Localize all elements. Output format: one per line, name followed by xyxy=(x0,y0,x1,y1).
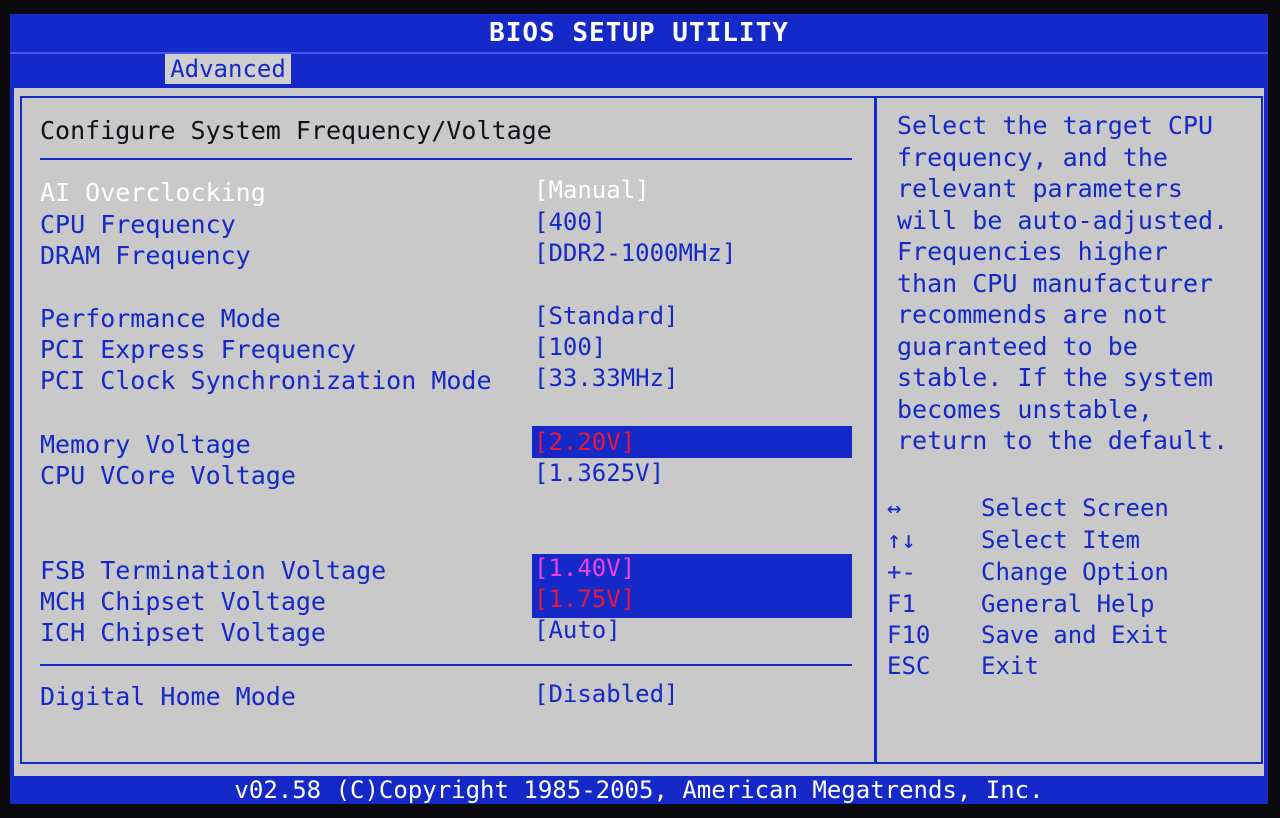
key-legend-save-exit: F10 Save and Exit xyxy=(887,621,1257,653)
up-down-arrow-icon: ↑↓ xyxy=(887,526,916,554)
help-line: frequency, and the xyxy=(897,142,1168,172)
help-line: Frequencies higher xyxy=(897,237,1168,266)
key-desc: Select Item xyxy=(981,526,1140,554)
help-panel: Select the target CPU frequency, and the… xyxy=(874,96,1263,764)
left-right-arrow-icon: ↔ xyxy=(887,494,902,522)
help-line: Select the target CPU xyxy=(897,111,1214,140)
help-line: than CPU manufacturer xyxy=(897,268,1214,298)
setting-label-digital-home-mode[interactable]: Digital Home Mode xyxy=(40,682,296,711)
tab-advanced[interactable]: Advanced xyxy=(165,54,291,84)
help-line: becomes unstable, xyxy=(897,394,1153,424)
setting-value-ai-overclocking[interactable]: [Manual] xyxy=(534,176,650,204)
title-bar: BIOS SETUP UTILITY xyxy=(10,14,1268,52)
tab-bar: Advanced xyxy=(10,52,1268,86)
key-desc: Exit xyxy=(981,652,1039,680)
setting-value-fsb-termination-voltage[interactable]: [1.40V] xyxy=(534,554,635,582)
settings-panel: Configure System Frequency/Voltage AI Ov… xyxy=(20,96,876,764)
content-area: Configure System Frequency/Voltage AI Ov… xyxy=(14,88,1264,778)
key-desc: Change Option xyxy=(981,558,1169,586)
plus-minus-icon: +- xyxy=(887,558,916,586)
setting-label-dram-frequency[interactable]: DRAM Frequency xyxy=(40,241,251,270)
setting-label-cpu-frequency[interactable]: CPU Frequency xyxy=(40,210,236,239)
setting-value-ich-chipset-voltage[interactable]: [Auto] xyxy=(534,616,621,644)
setting-value-performance-mode[interactable]: [Standard] xyxy=(534,302,679,330)
key-desc: Select Screen xyxy=(981,494,1169,522)
key-label: ESC xyxy=(887,652,931,680)
key-desc: General Help xyxy=(981,590,1155,618)
setting-value-memory-voltage[interactable]: [2.20V] xyxy=(534,428,635,456)
key-label: F1 xyxy=(887,590,916,618)
setting-label-ich-chipset-voltage[interactable]: ICH Chipset Voltage xyxy=(40,618,326,647)
setting-value-cpu-vcore-voltage[interactable]: [1.3625V] xyxy=(534,459,664,487)
setting-label-pci-clock-sync-mode[interactable]: PCI Clock Synchronization Mode xyxy=(40,366,492,395)
key-legend-select-screen: ↔ Select Screen xyxy=(887,494,1257,526)
setting-value-digital-home-mode[interactable]: [Disabled] xyxy=(534,680,679,708)
bios-screen: BIOS SETUP UTILITY Advanced Configure Sy… xyxy=(10,14,1268,804)
setting-label-fsb-termination-voltage[interactable]: FSB Termination Voltage xyxy=(40,556,386,585)
key-desc: Save and Exit xyxy=(981,621,1169,649)
setting-value-pci-express-frequency[interactable]: [100] xyxy=(534,333,606,361)
setting-value-cpu-frequency[interactable]: [400] xyxy=(534,208,606,236)
divider xyxy=(40,158,852,160)
help-line: return to the default. xyxy=(897,426,1229,455)
help-line: guaranteed to be xyxy=(897,331,1138,361)
setting-label-cpu-vcore-voltage[interactable]: CPU VCore Voltage xyxy=(40,461,296,490)
key-label: F10 xyxy=(887,621,931,649)
setting-label-mch-chipset-voltage[interactable]: MCH Chipset Voltage xyxy=(40,587,326,616)
setting-label-ai-overclocking[interactable]: AI Overclocking xyxy=(40,178,266,207)
divider xyxy=(40,664,852,666)
help-text: Select the target CPU frequency, and the… xyxy=(897,110,1257,457)
help-line: relevant parameters xyxy=(897,174,1183,203)
setting-label-performance-mode[interactable]: Performance Mode xyxy=(40,304,281,333)
section-title: Configure System Frequency/Voltage xyxy=(40,116,552,145)
help-line: will be auto-adjusted. xyxy=(897,205,1229,235)
key-legend-exit: ESC Exit xyxy=(887,652,1257,684)
key-legend-select-item: ↑↓ Select Item xyxy=(887,526,1257,558)
key-legend-change-option: +- Change Option xyxy=(887,558,1257,590)
help-line: recommends are not xyxy=(897,300,1168,329)
key-legend-general-help: F1 General Help xyxy=(887,590,1257,622)
help-line: stable. If the system xyxy=(897,363,1214,392)
setting-label-memory-voltage[interactable]: Memory Voltage xyxy=(40,430,251,459)
setting-value-mch-chipset-voltage[interactable]: [1.75V] xyxy=(534,585,635,613)
setting-label-pci-express-frequency[interactable]: PCI Express Frequency xyxy=(40,335,356,364)
setting-value-dram-frequency[interactable]: [DDR2-1000MHz] xyxy=(534,239,736,267)
copyright-footer: v02.58 (C)Copyright 1985-2005, American … xyxy=(10,776,1268,804)
setting-value-pci-clock-sync-mode[interactable]: [33.33MHz] xyxy=(534,364,679,392)
